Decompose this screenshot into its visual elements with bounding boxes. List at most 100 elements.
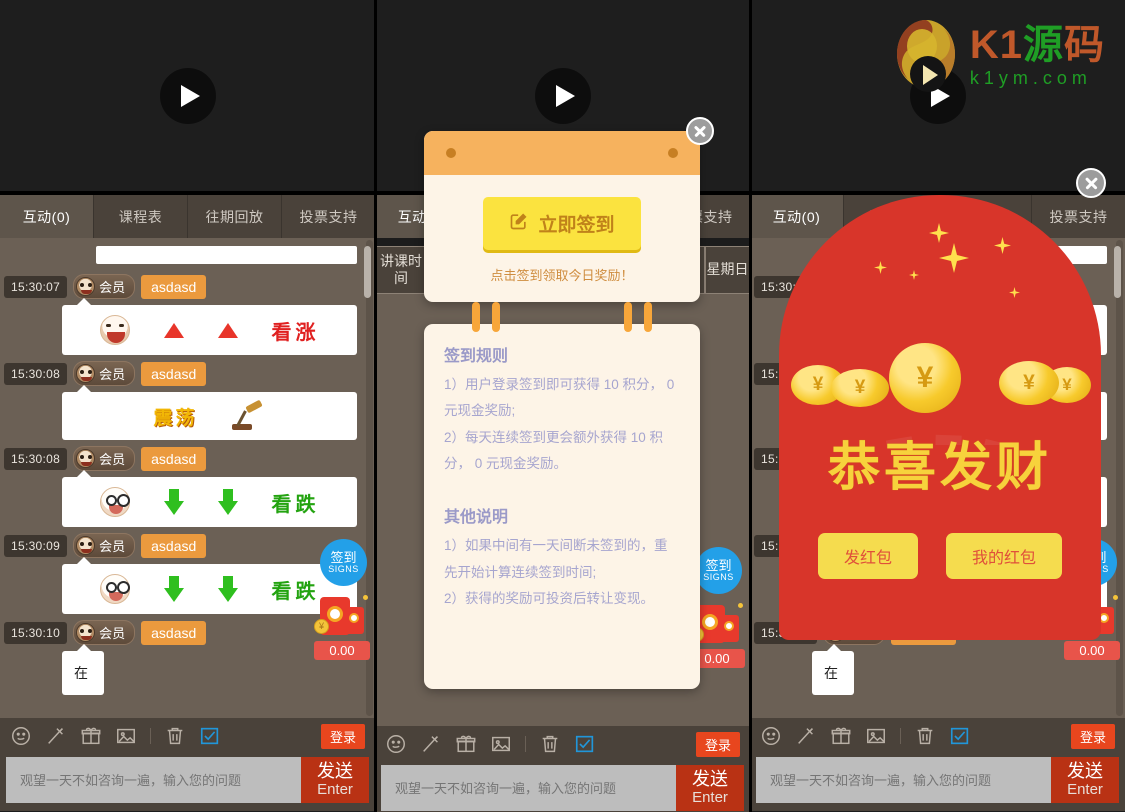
- tab-vote[interactable]: 投票支持: [282, 195, 375, 238]
- send-button[interactable]: 发送 Enter: [676, 765, 744, 811]
- magic-wand-icon[interactable]: [795, 725, 817, 747]
- send-label-en: Enter: [1067, 780, 1103, 798]
- play-icon[interactable]: [534, 67, 591, 124]
- chat-scrollbar-thumb[interactable]: [1114, 246, 1121, 298]
- login-button[interactable]: 登录: [695, 732, 740, 757]
- signal-label: 看跌: [271, 493, 320, 516]
- gift-icon[interactable]: [455, 733, 477, 755]
- toolbar-divider: [900, 727, 901, 744]
- member-rank-label: 会员: [99, 280, 126, 295]
- header-dot-right: [668, 148, 678, 158]
- image-icon[interactable]: [865, 725, 887, 747]
- avatar: [76, 623, 96, 642]
- send-button[interactable]: 发送 Enter: [1051, 757, 1119, 803]
- message-bubble: 在: [62, 644, 104, 695]
- play-icon[interactable]: [159, 67, 216, 124]
- chat-input[interactable]: [756, 757, 1051, 803]
- gift-icon[interactable]: [80, 725, 102, 747]
- emoji-icon[interactable]: [760, 725, 782, 747]
- login-button[interactable]: 登录: [1070, 724, 1115, 749]
- chat-toolbar-middle: 登录: [375, 726, 750, 761]
- send-label-cn: 发送: [317, 760, 353, 781]
- close-icon[interactable]: [1076, 168, 1106, 198]
- message-timestamp: 15:30:08: [4, 447, 68, 470]
- chat-input[interactable]: [6, 757, 301, 803]
- login-button[interactable]: 登录: [320, 724, 365, 749]
- trash-icon[interactable]: [164, 725, 186, 747]
- video-player-left[interactable]: [0, 0, 375, 195]
- avatar: [76, 277, 96, 296]
- checkbox-icon[interactable]: [199, 725, 221, 747]
- member-badge: 会员: [73, 620, 136, 645]
- message-bubble: 看跌: [62, 470, 357, 527]
- signin-now-button[interactable]: 立即签到: [483, 197, 641, 250]
- tab-label: 往期回放: [205, 208, 264, 225]
- message-text: 在: [74, 665, 88, 681]
- signs-badge[interactable]: 签到 SIGNS: [320, 539, 367, 586]
- signs-label-en: SIGNS: [328, 563, 359, 574]
- other-title: 其他说明: [444, 509, 509, 527]
- rules-item: 1）用户登录签到即可获得 10 积分， 0 元现金奖励;: [444, 377, 675, 419]
- logo-domain: k1ym.com: [969, 67, 1092, 88]
- signin-tip: 点击签到领取今日奖励！: [490, 268, 634, 283]
- chat-scroll-container[interactable]: 15:30:07 会员 asdasd 看涨 15:30:08 会员 asdasd…: [0, 238, 365, 718]
- message-timestamp: 15:30:07: [4, 275, 68, 298]
- username-label: asdasd: [141, 446, 207, 471]
- emoji-icon[interactable]: [10, 725, 32, 747]
- message-bubble: 震荡: [62, 385, 357, 440]
- magic-wand-icon[interactable]: [420, 733, 442, 755]
- username-label: asdasd: [141, 620, 207, 645]
- send-redpacket-button[interactable]: 发红包: [817, 533, 918, 579]
- cry-emoji: [99, 487, 130, 517]
- trash-icon[interactable]: [539, 733, 561, 755]
- member-badge: 会员: [73, 274, 136, 299]
- send-label-en: Enter: [692, 788, 728, 806]
- arrow-down-icon: [163, 489, 184, 515]
- signs-label-cn: 签到: [330, 549, 357, 565]
- toolbar-divider: [525, 735, 526, 752]
- tab-interaction[interactable]: 互动(0): [0, 195, 94, 238]
- tab-replay[interactable]: 往期回放: [188, 195, 282, 238]
- send-button[interactable]: 发送 Enter: [301, 757, 369, 803]
- image-icon[interactable]: [115, 725, 137, 747]
- avatar: [76, 449, 96, 468]
- signin-button-label: 立即签到: [538, 215, 615, 236]
- signal-label: 看涨: [271, 321, 320, 344]
- chat-input[interactable]: [381, 765, 676, 811]
- checkbox-icon[interactable]: [574, 733, 596, 755]
- message-bubble: 看跌: [62, 557, 357, 614]
- chat-message: 15:30:08 会员 asdasd 震荡: [0, 361, 365, 440]
- trash-icon[interactable]: [914, 725, 936, 747]
- tab-schedule[interactable]: 课程表: [94, 195, 188, 238]
- magic-wand-icon[interactable]: [45, 725, 67, 747]
- member-badge: 会员: [73, 533, 136, 558]
- my-redpacket-button[interactable]: 我的红包: [946, 533, 1063, 579]
- logo-brand: K1源码: [969, 22, 1105, 67]
- signin-pins-decoration: [424, 302, 700, 338]
- chat-scrollbar-thumb[interactable]: [364, 246, 371, 298]
- cry-emoji: [99, 574, 130, 604]
- message-timestamp: 15:30:10: [4, 621, 68, 644]
- tabbar-left: 互动(0) 课程表 往期回放 投票支持: [0, 195, 375, 238]
- signs-label-en: SIGNS: [703, 571, 734, 582]
- message-text: 在: [824, 665, 838, 681]
- username-label: asdasd: [141, 274, 207, 299]
- rules-title: 签到规则: [444, 348, 509, 365]
- signal-label: 看跌: [271, 580, 320, 603]
- checkbox-icon[interactable]: [949, 725, 971, 747]
- username-label: asdasd: [141, 361, 207, 386]
- chat-message: 15:30:07 会员 asdasd 看涨: [0, 274, 365, 355]
- signs-label-cn: 签到: [705, 557, 732, 573]
- signs-badge[interactable]: 签到 SIGNS: [695, 547, 742, 594]
- other-item: 1）如果中间有一天间断未签到的，重先开始计算连续签到时间;: [444, 538, 668, 580]
- redpacket-widget[interactable]: ¥ 0.00: [314, 593, 370, 660]
- signin-card-top: 立即签到 点击签到领取今日奖励！: [424, 131, 700, 302]
- close-icon[interactable]: [686, 117, 714, 145]
- gift-icon[interactable]: [830, 725, 852, 747]
- emoji-icon[interactable]: [385, 733, 407, 755]
- tab-label: 课程表: [118, 208, 163, 225]
- username-label: asdasd: [141, 533, 207, 558]
- chat-partial-bubble: [96, 246, 357, 264]
- image-icon[interactable]: [490, 733, 512, 755]
- signal-label: 震荡: [153, 407, 198, 429]
